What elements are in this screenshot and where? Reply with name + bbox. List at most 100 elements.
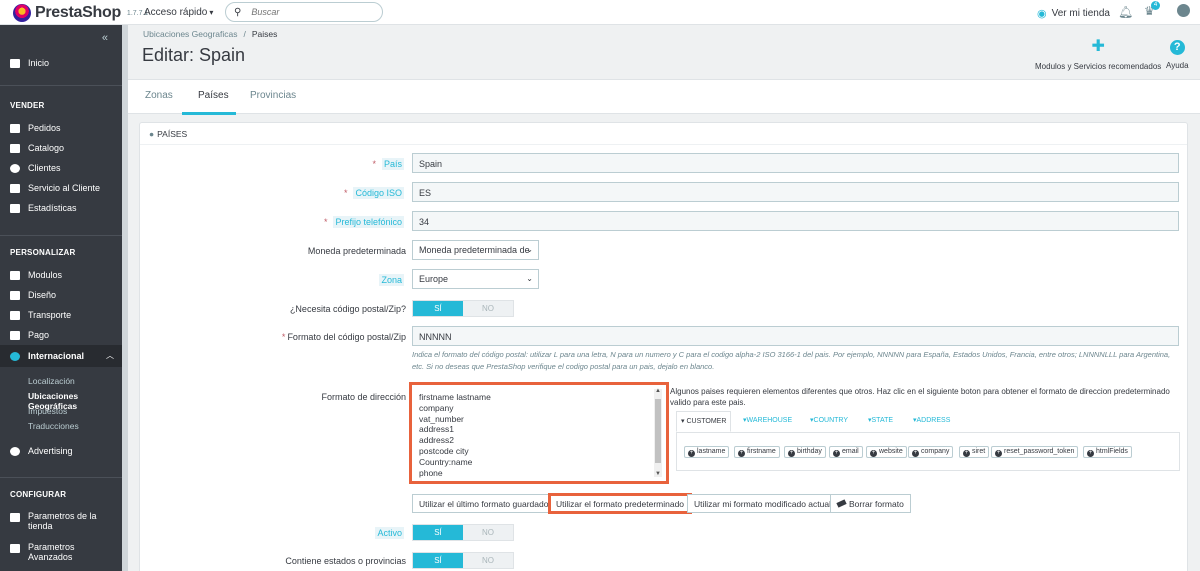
use-current-format-button[interactable]: Utilizar mi formato modificado actual xyxy=(687,494,838,513)
sidebar-item-label: Clientes xyxy=(28,163,61,173)
iso-code-input[interactable]: ES xyxy=(412,182,1179,202)
zip-required-switch[interactable]: SÍ NO xyxy=(412,300,514,317)
select-value: Moneda predeterminada de xyxy=(419,245,530,255)
sidebar-subitem-localization[interactable]: Localización xyxy=(28,376,75,386)
tab-states[interactable]: Provincias xyxy=(250,90,296,101)
quick-access-dropdown[interactable]: Acceso rápido ▾ xyxy=(144,7,213,18)
field-chip-birthday[interactable]: + birthday xyxy=(784,446,826,458)
required-marker: * xyxy=(372,159,376,169)
tab-zones[interactable]: Zonas xyxy=(145,90,173,101)
sidebar-item-stats[interactable]: Estadísticas xyxy=(0,201,122,215)
search-input[interactable] xyxy=(251,7,362,17)
tab-countries[interactable]: Países xyxy=(198,90,229,101)
zip-format-label: * Formato del código postal/Zip xyxy=(282,332,406,342)
sidebar-item-payment[interactable]: Pago xyxy=(0,328,122,342)
use-default-format-button[interactable]: Utilizar el formato predeterminado xyxy=(548,493,693,514)
field-chip-htmlfields[interactable]: + htmlFields xyxy=(1083,446,1132,458)
address-line: Country:name xyxy=(419,456,473,467)
required-marker: * xyxy=(323,217,328,227)
recommended-modules-button[interactable]: ✚ Modulos y Servicios recomendados xyxy=(1035,38,1161,71)
search-box[interactable]: ⚲ xyxy=(225,2,383,22)
field-tab-label: WAREHOUSE xyxy=(746,417,793,424)
chip-label: website xyxy=(879,448,903,455)
address-line: company xyxy=(419,402,454,413)
trophy-icon[interactable]: ♛ 4 xyxy=(1144,1,1160,18)
field-chip-website[interactable]: + website xyxy=(866,446,907,458)
clear-format-label: Borrar formato xyxy=(849,499,904,509)
switch-no[interactable]: NO xyxy=(463,553,513,568)
use-last-saved-format-button[interactable]: Utilizar el último formato guardado xyxy=(412,494,556,513)
field-chip-siret[interactable]: + siret xyxy=(959,446,990,458)
switch-yes[interactable]: SÍ xyxy=(413,525,463,540)
sidebar-subitem-taxes[interactable]: Impuestos xyxy=(28,406,67,416)
sidebar-item-customers[interactable]: Clientes xyxy=(0,161,122,175)
field-tab-state[interactable]: ▾STATE xyxy=(868,416,893,424)
field-chip-company[interactable]: + company xyxy=(908,446,954,458)
field-chip-lastname[interactable]: + lastname xyxy=(684,446,730,458)
field-chip-reset-password-token[interactable]: + reset_password_token xyxy=(991,446,1079,458)
contains-states-label: Contiene estados o provincias xyxy=(285,556,406,566)
sidebar-subitem-translations[interactable]: Traducciones xyxy=(28,421,79,431)
field-chip-firstname[interactable]: + firstname xyxy=(734,446,780,458)
plus-icon: + xyxy=(788,450,795,457)
address-field-tabs: ▾ CUSTOMER ▾WAREHOUSE ▾COUNTRY ▾STATE ▾A… xyxy=(676,409,1180,433)
sidebar-item-design[interactable]: Diseño xyxy=(0,288,122,302)
sidebar-item-catalog[interactable]: Catalogo xyxy=(0,141,122,155)
switch-yes[interactable]: SÍ xyxy=(413,301,463,316)
contains-states-switch[interactable]: SÍ NO xyxy=(412,552,514,569)
chip-label: firstname xyxy=(747,448,776,455)
view-shop-label: Ver mi tienda xyxy=(1051,8,1110,19)
sidebar-item-international[interactable]: Internacional ︿ xyxy=(0,345,122,367)
view-shop-link[interactable]: ◉ Ver mi tienda xyxy=(1037,7,1110,20)
bell-icon[interactable]: 🔔︎ xyxy=(1118,5,1133,19)
sidebar-item-modules[interactable]: Modulos xyxy=(0,268,122,282)
collapse-sidebar-icon[interactable]: « xyxy=(102,32,108,44)
address-format-textarea[interactable]: firstname lastname company vat_number ad… xyxy=(409,382,669,484)
plus-icon: + xyxy=(912,450,919,457)
sidebar-item-advertising[interactable]: Advertising xyxy=(0,444,122,458)
settings-icon xyxy=(10,544,20,553)
country-name-input[interactable]: Spain xyxy=(412,153,1179,173)
sidebar: « Inicio VENDER Pedidos Catalogo Cliente… xyxy=(0,25,122,571)
zip-format-input[interactable]: NNNNN xyxy=(412,326,1179,346)
field-tab-country[interactable]: ▾COUNTRY xyxy=(810,416,848,424)
field-tab-label: STATE xyxy=(871,417,894,424)
clear-format-button[interactable]: Borrar formato xyxy=(830,494,911,513)
breadcrumb-link[interactable]: Ubicaciones Geograficas xyxy=(143,29,238,39)
chip-label: email xyxy=(842,448,859,455)
phone-prefix-input[interactable]: 34 xyxy=(412,211,1179,231)
sidebar-item-orders[interactable]: Pedidos xyxy=(0,121,122,135)
field-tab-address[interactable]: ▾ADDRESS xyxy=(913,416,950,424)
plus-icon: + xyxy=(738,450,745,457)
help-button[interactable]: ? Ayuda xyxy=(1166,38,1189,70)
sidebar-item-home[interactable]: Inicio xyxy=(0,56,122,70)
sidebar-divider xyxy=(0,85,122,86)
field-chip-email[interactable]: + email xyxy=(829,446,863,458)
puzzle-icon xyxy=(10,270,20,280)
sidebar-item-customer-service[interactable]: Servicio al Cliente xyxy=(0,181,122,195)
sidebar-item-shop-parameters[interactable]: Parametros de la tienda xyxy=(0,511,122,533)
switch-no[interactable]: NO xyxy=(463,525,513,540)
user-avatar-icon[interactable] xyxy=(1177,4,1190,17)
credit-card-icon xyxy=(10,330,20,340)
switch-yes[interactable]: SÍ xyxy=(413,553,463,568)
scroll-up-icon[interactable]: ▲ xyxy=(655,388,661,394)
scroll-down-icon[interactable]: ▼ xyxy=(655,471,661,477)
field-tab-customer[interactable]: ▾ CUSTOMER xyxy=(676,411,732,432)
prestashop-logo[interactable]: PrestaShop 1.7.7.1 xyxy=(13,4,148,22)
stats-icon xyxy=(10,203,20,213)
iso-code-label: * Código ISO xyxy=(344,187,404,199)
default-currency-select[interactable]: Moneda predeterminada de ⌄ xyxy=(412,240,539,260)
field-tab-warehouse[interactable]: ▾WAREHOUSE xyxy=(743,416,792,424)
chat-icon xyxy=(10,183,20,193)
sidebar-item-advanced-parameters[interactable]: Parametros Avanzados xyxy=(0,542,122,564)
desktop-icon xyxy=(10,290,20,300)
chip-label: company xyxy=(921,448,950,455)
active-switch[interactable]: SÍ NO xyxy=(412,524,514,541)
switch-no[interactable]: NO xyxy=(463,301,513,316)
zone-select[interactable]: Europe ⌄ xyxy=(412,269,539,289)
address-line: address1 xyxy=(419,424,454,435)
country-label: * País xyxy=(372,158,404,170)
textarea-scroll-thumb[interactable] xyxy=(655,399,661,463)
sidebar-item-shipping[interactable]: Transporte xyxy=(0,308,122,322)
